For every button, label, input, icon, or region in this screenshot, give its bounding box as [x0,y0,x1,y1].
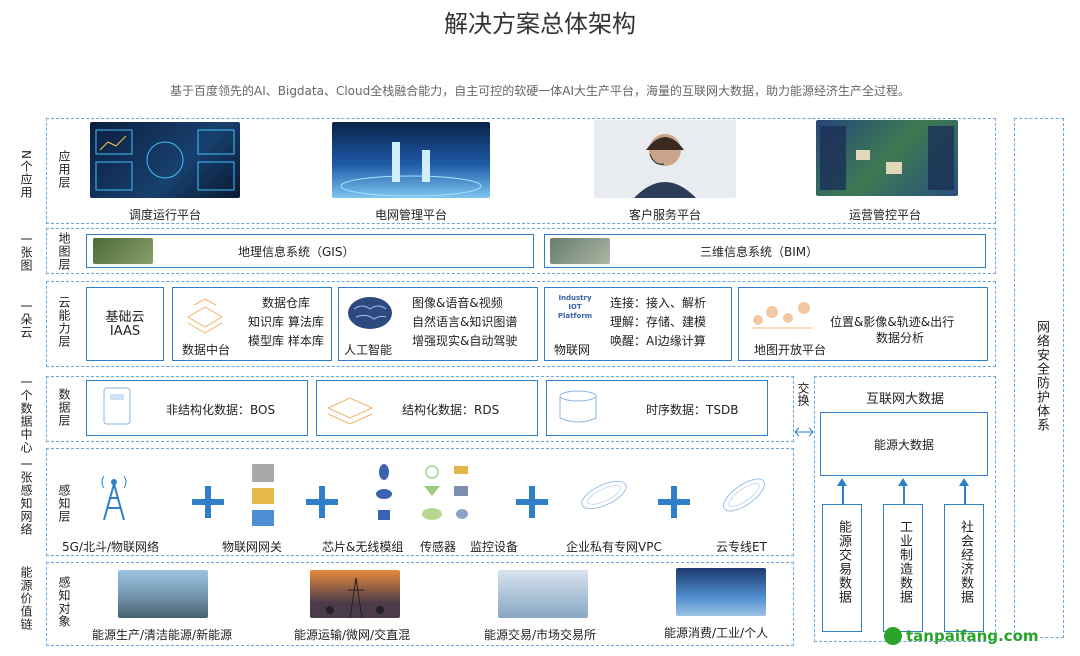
layer-label-map: 地图层 [57,232,71,271]
data-center-line1: 数据仓库 [262,296,311,310]
arrow-up-icon [898,478,908,486]
bos-icon [100,386,136,428]
arrow-up-icon [837,478,847,486]
layer-label-sensing: 感知层 [57,484,71,523]
sensing-vpc-label: 企业私有专网VPC [566,540,662,554]
sensing-sensor-label: 传感器 [420,540,457,554]
sensing-chip-label: 芯片&无线模组 [322,540,404,554]
left-label-datacenter: 一个数据中心 [19,376,33,454]
layer-label-cloud: 云能力层 [57,296,71,348]
rds-label: 结构化数据：RDS [402,403,500,417]
data-center-line2: 知识库 算法库 [248,315,324,329]
internet-bigdata-title: 互联网大数据 [865,392,944,407]
social-economy-data-label: 社会经济数据 [958,520,973,604]
map-platform-icon [748,294,816,334]
energy-bigdata-label: 能源大数据 [873,438,934,452]
energy-trade-data-label: 能源交易数据 [836,520,851,604]
watermark-text: tanpaifang.com [906,627,1039,645]
plus-icon [658,486,690,518]
layer-label-app: 应用层 [57,150,71,189]
iot-caption: 物联网 [554,343,591,357]
ai-line3: 增强现实&自动驾驶 [412,334,518,348]
energy-production-image [118,570,208,618]
ai-line2: 自然语言&知识图谱 [412,315,518,329]
ai-caption: 人工智能 [344,343,393,357]
page-title: 解决方案总体架构 [444,10,636,38]
data-center-icon [180,293,230,337]
grid-management-image [332,122,490,198]
dedicated-line-icon [716,472,772,518]
bim-label: 三维信息系统（BIM） [700,245,819,259]
security-label: 网络安全防护体系 [1034,320,1049,432]
rds-icon [322,386,378,428]
map-platform-line1: 位置&影像&轨迹&出行 [830,315,955,329]
arrow-up-icon [959,478,969,486]
layer-label-data: 数据层 [57,388,71,427]
page-subtitle: 基于百度领先的AI、Bigdata、Cloud全栈融合能力，自主可控的软硬一体A… [170,84,910,98]
gis-label: 地理信息系统（GIS） [238,245,355,259]
antenna-icon [96,470,132,522]
energy-transport-image [310,570,400,618]
left-label-sensing: 一张感知网络 [19,458,33,536]
object-trade-label: 能源交易/市场交易所 [484,628,597,642]
iot-line1: 连接：接入、解析 [610,296,707,310]
object-consumption-label: 能源消费/工业/个人 [664,626,769,640]
left-label-valuechain: 能源价值链 [19,566,33,631]
map-platform-line2: 数据分析 [876,331,925,345]
chip-icons [370,462,470,526]
sensing-5g-label: 5G/北斗/物联网络 [62,540,160,554]
sensing-gateway-label: 物联网网关 [222,540,283,554]
tsdb-label: 时序数据：TSDB [646,403,739,417]
energy-consumption-image [676,568,766,616]
plus-icon [192,486,224,518]
exchange-label: 交换 [796,382,810,406]
operation-screenshot [816,120,958,196]
map-platform-caption: 地图开放平台 [754,343,827,357]
bim-thumbnail [550,238,610,264]
connector-line-2 [903,484,905,504]
exchange-arrow-icon [794,422,814,437]
connector-line-1 [842,484,844,504]
iot-logo: Industry IOT Platform [557,294,593,320]
iaas-line2: IAAS [109,324,141,339]
object-production-label: 能源生产/清洁能源/新能源 [92,628,233,642]
sensing-monitor-label: 监控设备 [470,540,519,554]
left-label-cloud: 一朵云 [19,300,33,339]
iaas-line1: 基础云 [105,310,145,325]
customer-service-image [594,120,736,198]
app-operation-label: 运营管控平台 [848,208,921,222]
connector-line-3 [964,484,966,504]
energy-trade-image [498,570,588,618]
ai-line1: 图像&语音&视频 [412,296,503,310]
app-grid-label: 电网管理平台 [374,208,447,222]
data-center-line3: 模型库 样本库 [248,334,324,348]
app-customer-label: 客户服务平台 [628,208,701,222]
plus-icon [516,486,548,518]
iot-line3: 唤醒：AI边缘计算 [610,334,706,348]
gateway-icon [248,462,280,528]
dispatch-screenshot [90,122,240,198]
plus-icon [306,486,338,518]
gis-thumbnail [93,238,153,264]
left-label-apps: N个应用 [19,150,33,199]
iot-line2: 理解：存储、建模 [610,315,707,329]
bos-label: 非结构化数据：BOS [166,403,276,417]
brain-icon [344,293,396,337]
vpc-icon [576,472,632,518]
app-dispatch-label: 调度运行平台 [128,208,201,222]
sensing-et-label: 云专线ET [716,540,767,554]
object-transport-label: 能源运输/微网/交直混 [294,628,411,642]
data-center-caption: 数据中台 [182,343,231,357]
tsdb-icon [552,386,604,428]
industry-data-label: 工业制造数据 [897,520,912,604]
left-label-map: 一张图 [19,233,33,272]
layer-label-objects: 感知对象 [57,576,71,628]
watermark-logo-icon [884,627,902,645]
